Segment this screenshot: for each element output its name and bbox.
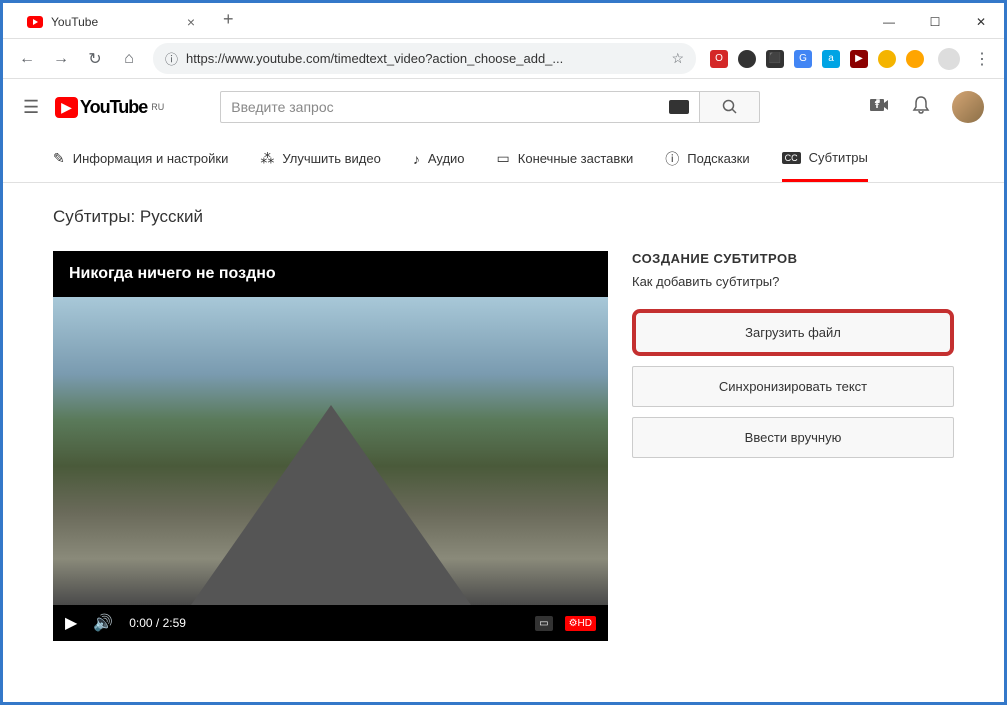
youtube-logo[interactable]: ▶ YouTube RU: [55, 97, 164, 118]
upload-icon[interactable]: +: [870, 97, 890, 118]
browser-titlebar: YouTube × + — ☐ ✕: [3, 3, 1004, 39]
home-button[interactable]: ⌂: [119, 50, 139, 68]
tab-label: Аудио: [428, 151, 465, 166]
site-info-icon[interactable]: ⓘ: [165, 49, 178, 68]
video-controls: ▶ 🔊 0:00 / 2:59 ▭ ⚙HD: [53, 605, 608, 641]
cc-toggle-button[interactable]: ▭: [535, 616, 552, 631]
notifications-icon[interactable]: [912, 95, 930, 120]
opera-ext-icon[interactable]: O: [710, 50, 728, 68]
new-tab-button[interactable]: +: [211, 1, 246, 38]
page-content: Субтитры: Русский Никогда ничего не позд…: [3, 183, 1004, 665]
ext-icon-5[interactable]: a: [822, 50, 840, 68]
bookmark-icon[interactable]: ☆: [671, 50, 684, 67]
info-circle-icon: ⓘ: [665, 149, 679, 169]
sidebar-heading: СОЗДАНИЕ СУБТИТРОВ: [632, 251, 954, 266]
video-player[interactable]: [53, 297, 608, 605]
tab-close-icon[interactable]: ×: [187, 14, 195, 30]
search-box: Введите запрос: [220, 91, 760, 123]
video-title: Никогда ничего не поздно: [53, 251, 608, 297]
close-button[interactable]: ✕: [958, 6, 1004, 38]
reload-button[interactable]: ↻: [85, 49, 105, 69]
browser-tab[interactable]: YouTube ×: [11, 6, 211, 38]
tab-endscreens[interactable]: ▭ Конечные заставки: [497, 136, 634, 181]
pencil-icon: ✎: [53, 150, 65, 167]
editor-tabs: ✎ Информация и настройки ⁂ Улучшить виде…: [3, 135, 1004, 183]
ext-icon-7[interactable]: [878, 50, 896, 68]
endscreen-icon: ▭: [497, 150, 510, 167]
url-input[interactable]: ⓘ https://www.youtube.com/timedtext_vide…: [153, 43, 696, 74]
youtube-logo-text: YouTube: [80, 97, 147, 118]
tab-subtitles[interactable]: CC Субтитры: [782, 136, 868, 182]
play-button[interactable]: ▶: [65, 613, 77, 633]
tab-label: Подсказки: [687, 151, 749, 166]
music-note-icon: ♪: [413, 151, 420, 167]
hamburger-menu-icon[interactable]: ☰: [23, 97, 39, 118]
tab-info[interactable]: ✎ Информация и настройки: [53, 136, 228, 181]
youtube-region: RU: [151, 102, 164, 112]
wand-icon: ⁂: [260, 150, 274, 167]
ext-icon-3[interactable]: ⬛: [766, 50, 784, 68]
youtube-play-icon: ▶: [55, 97, 78, 118]
upload-file-button[interactable]: Загрузить файл: [632, 309, 954, 356]
youtube-header: ☰ ▶ YouTube RU Введите запрос +: [3, 79, 1004, 135]
video-preview: Никогда ничего не поздно ▶ 🔊 0:00 / 2:59…: [53, 251, 608, 641]
search-input[interactable]: Введите запрос: [220, 91, 700, 123]
search-button[interactable]: [700, 91, 760, 123]
maximize-button[interactable]: ☐: [912, 6, 958, 38]
keyboard-icon[interactable]: [669, 100, 689, 114]
tab-label: Конечные заставки: [518, 151, 634, 166]
tab-title: YouTube: [51, 15, 179, 29]
cc-icon: CC: [782, 152, 801, 164]
minimize-button[interactable]: —: [866, 6, 912, 38]
tab-label: Улучшить видео: [282, 151, 381, 166]
manual-entry-button[interactable]: Ввести вручную: [632, 417, 954, 458]
browser-menu-icon[interactable]: ⋮: [974, 49, 990, 69]
ext-icon-8[interactable]: [906, 50, 924, 68]
url-text: https://www.youtube.com/timedtext_video?…: [186, 51, 663, 66]
svg-text:+: +: [875, 100, 880, 109]
address-bar: ← → ↻ ⌂ ⓘ https://www.youtube.com/timedt…: [3, 39, 1004, 79]
extensions-area: O ⬛ G a ▶: [710, 50, 924, 68]
tab-enhance[interactable]: ⁂ Улучшить видео: [260, 136, 381, 181]
user-avatar[interactable]: [952, 91, 984, 123]
tab-audio[interactable]: ♪ Аудио: [413, 137, 465, 181]
ext-icon-4[interactable]: G: [794, 50, 812, 68]
sidebar-question: Как добавить субтитры?: [632, 274, 954, 289]
page-title: Субтитры: Русский: [53, 207, 954, 227]
tab-label: Субтитры: [809, 150, 868, 165]
subtitles-sidebar: СОЗДАНИЕ СУБТИТРОВ Как добавить субтитры…: [632, 251, 954, 641]
youtube-favicon: [27, 14, 43, 30]
search-placeholder: Введите запрос: [231, 99, 333, 115]
settings-button[interactable]: ⚙HD: [565, 616, 596, 631]
tab-cards[interactable]: ⓘ Подсказки: [665, 135, 749, 183]
forward-button[interactable]: →: [51, 50, 71, 68]
volume-button[interactable]: 🔊: [93, 613, 113, 633]
sync-text-button[interactable]: Синхронизировать текст: [632, 366, 954, 407]
ext-icon-6[interactable]: ▶: [850, 50, 868, 68]
ext-icon-2[interactable]: [738, 50, 756, 68]
video-time: 0:00 / 2:59: [129, 616, 186, 630]
tab-label: Информация и настройки: [73, 151, 229, 166]
back-button[interactable]: ←: [17, 50, 37, 68]
profile-avatar[interactable]: [938, 48, 960, 70]
